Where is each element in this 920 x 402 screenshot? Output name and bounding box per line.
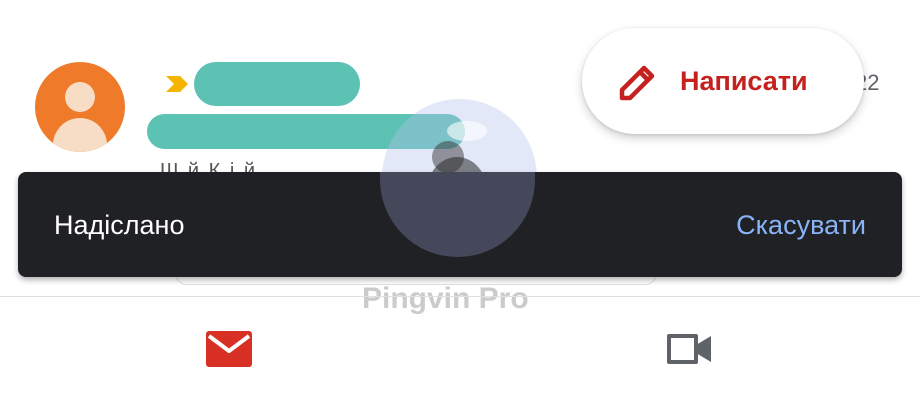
importance-marker-icon[interactable] <box>164 74 190 94</box>
snackbar-message: Надіслано <box>54 210 185 240</box>
compose-label: Написати <box>680 66 808 96</box>
avatar-head <box>65 82 95 112</box>
video-camera-icon <box>667 334 711 364</box>
mail-tab[interactable] <box>206 331 252 367</box>
meet-tab[interactable] <box>666 331 714 367</box>
undo-button[interactable]: Скасувати <box>736 210 866 241</box>
mail-icon <box>206 331 252 367</box>
compose-button[interactable]: Написати <box>582 28 864 134</box>
snackbar: Надіслано Скасувати <box>18 172 902 277</box>
bottom-navigation <box>0 297 920 402</box>
sender-redacted <box>194 62 360 106</box>
avatar-shoulders <box>53 118 107 152</box>
pencil-icon <box>619 65 655 101</box>
avatar[interactable] <box>35 62 125 152</box>
watermark-overlay <box>380 172 535 257</box>
